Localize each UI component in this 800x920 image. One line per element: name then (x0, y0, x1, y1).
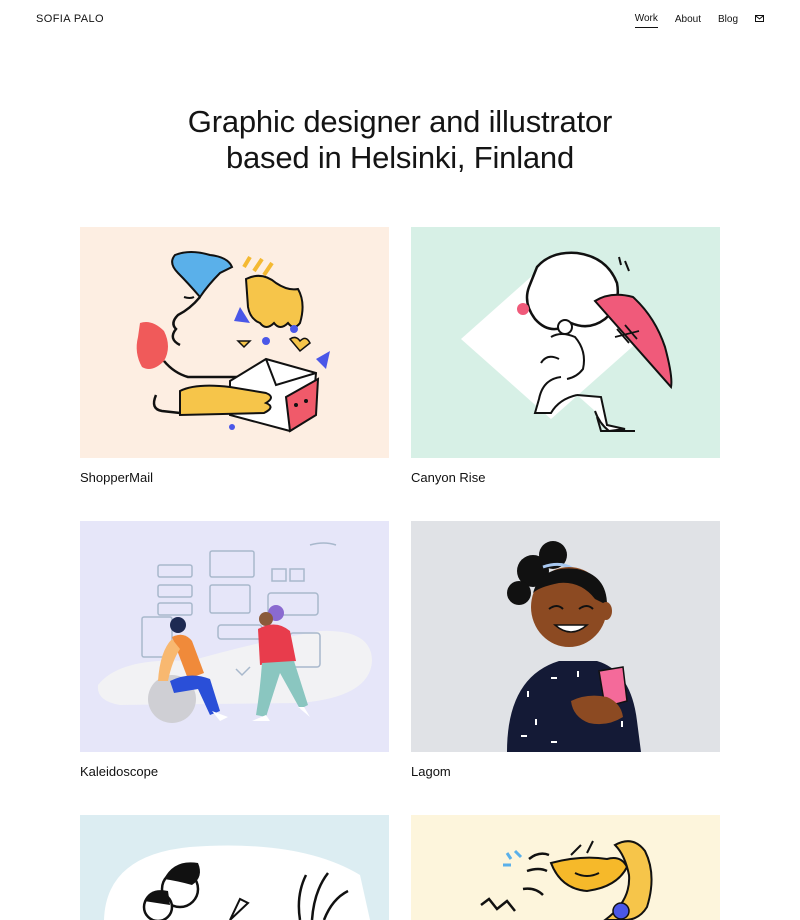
banana-illustration (411, 815, 720, 920)
site-header: SOFIA PALO Work About Blog (0, 0, 800, 40)
woman-with-phone-illustration (411, 521, 720, 752)
envelope-icon (755, 14, 764, 22)
project-card-6[interactable] (411, 815, 720, 920)
project-title: Lagom (411, 764, 451, 779)
project-thumbnail (411, 815, 720, 920)
hero-heading: Graphic designer and illustrator based i… (0, 104, 800, 176)
nav-work[interactable]: Work (634, 13, 658, 28)
project-title: Kaleidoscope (80, 764, 159, 779)
project-card-kaleidoscope[interactable]: Kaleidoscope (80, 521, 389, 779)
hero-line-1: Graphic designer and illustrator (187, 104, 613, 139)
main-nav: Work About Blog (618, 13, 764, 28)
project-title: Canyon Rise (411, 470, 486, 485)
envelope-hands-illustration (80, 227, 389, 458)
project-thumbnail (80, 815, 389, 920)
project-card-lagom[interactable]: Lagom (411, 521, 720, 779)
people-walking-illustration (80, 521, 389, 752)
project-thumbnail (80, 227, 389, 458)
thumb-bg (80, 227, 389, 458)
project-card-5[interactable] (80, 815, 389, 920)
site-logo[interactable]: SOFIA PALO (36, 13, 104, 25)
nav-blog[interactable]: Blog (718, 14, 738, 28)
project-thumbnail (411, 521, 720, 752)
project-title: ShopperMail (80, 470, 153, 485)
project-card-shoppermail[interactable]: ShopperMail (80, 227, 389, 485)
icecream-carrier-illustration (411, 227, 720, 458)
people-plant-illustration (80, 815, 389, 920)
project-thumbnail (80, 521, 389, 752)
project-card-canyon-rise[interactable]: Canyon Rise (411, 227, 720, 485)
hero-line-2: based in Helsinki, Finland (225, 140, 575, 175)
project-thumbnail (411, 227, 720, 458)
mail-link[interactable] (755, 14, 764, 25)
nav-about[interactable]: About (675, 14, 701, 28)
